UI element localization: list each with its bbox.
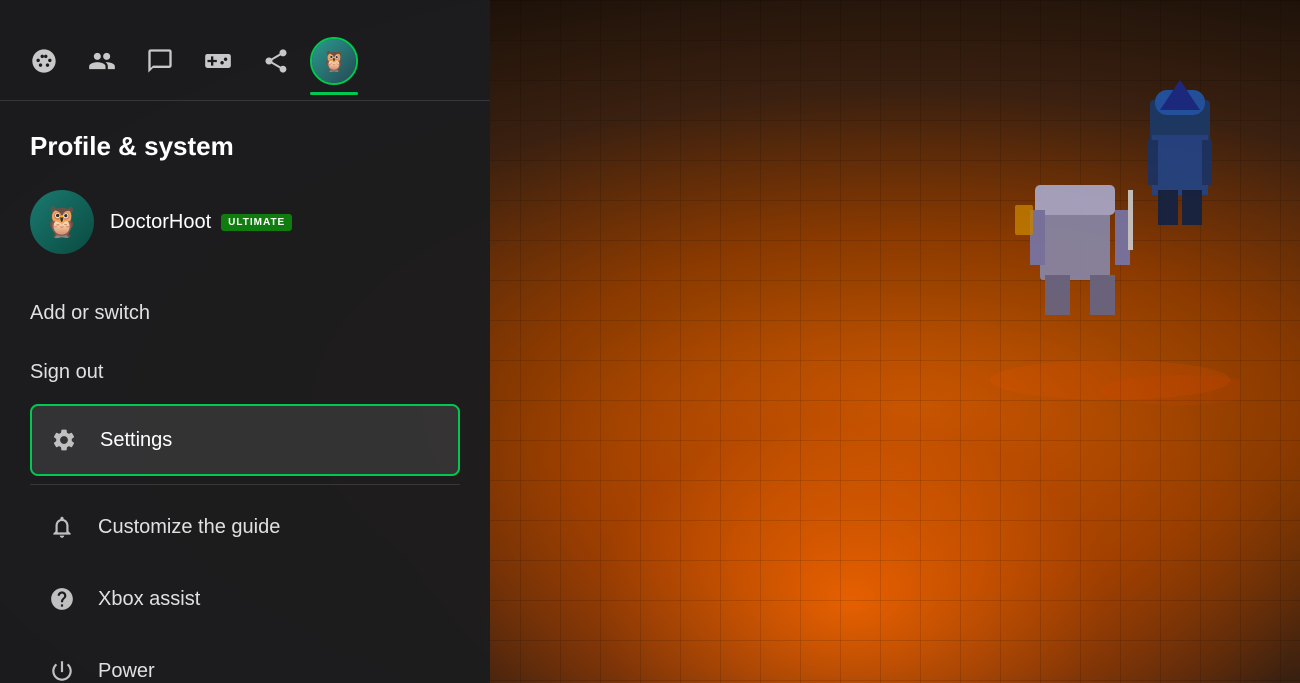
- gear-icon: [48, 424, 80, 456]
- nav-chat-button[interactable]: [136, 37, 184, 85]
- xbox-icon: [30, 47, 58, 75]
- nav-social-button[interactable]: [78, 37, 126, 85]
- user-avatar: 🦉: [30, 190, 94, 254]
- customize-icon: [46, 511, 78, 543]
- username: DoctorHoot: [110, 211, 211, 234]
- chat-icon: [146, 47, 174, 75]
- power-item[interactable]: Power: [30, 637, 460, 683]
- nav-avatar-image: 🦉: [312, 39, 356, 83]
- settings-label: Settings: [100, 429, 172, 452]
- menu-divider-1: [30, 484, 460, 485]
- customize-guide-item[interactable]: Customize the guide: [30, 493, 460, 561]
- user-row[interactable]: 🦉 DoctorHoot ULTIMATE: [30, 190, 460, 254]
- controller-icon: [204, 47, 232, 75]
- panel-title: Profile & system: [30, 131, 460, 162]
- social-icon: [88, 47, 116, 75]
- nav-profile-button[interactable]: 🦉: [310, 37, 358, 85]
- nav-bar: 🦉: [0, 0, 490, 100]
- ultimate-badge: ULTIMATE: [221, 214, 292, 231]
- nav-xbox-button[interactable]: [20, 37, 68, 85]
- panel-content: Profile & system 🦉 DoctorHoot ULTIMATE A…: [0, 101, 490, 683]
- user-avatar-image: 🦉: [30, 190, 94, 254]
- add-switch-label: Add or switch: [30, 302, 150, 325]
- sign-out-label: Sign out: [30, 361, 103, 384]
- nav-controller-button[interactable]: [194, 37, 242, 85]
- sign-out-item[interactable]: Sign out: [30, 345, 460, 400]
- power-label: Power: [98, 660, 155, 683]
- customize-guide-label: Customize the guide: [98, 516, 280, 539]
- characters-svg: [980, 80, 1240, 430]
- xbox-assist-item[interactable]: Xbox assist: [30, 565, 460, 633]
- nav-share-button[interactable]: [252, 37, 300, 85]
- user-info: DoctorHoot ULTIMATE: [110, 211, 292, 234]
- share-icon: [262, 47, 290, 75]
- dungeon-scene: [480, 0, 1300, 683]
- nav-avatar[interactable]: 🦉: [310, 37, 358, 85]
- guide-panel: 🦉 Profile & system 🦉 DoctorHoot ULTIMATE…: [0, 0, 490, 683]
- power-icon: [46, 655, 78, 683]
- help-icon: [46, 583, 78, 615]
- settings-item[interactable]: Settings: [30, 404, 460, 476]
- add-switch-item[interactable]: Add or switch: [30, 286, 460, 341]
- xbox-assist-label: Xbox assist: [98, 588, 200, 611]
